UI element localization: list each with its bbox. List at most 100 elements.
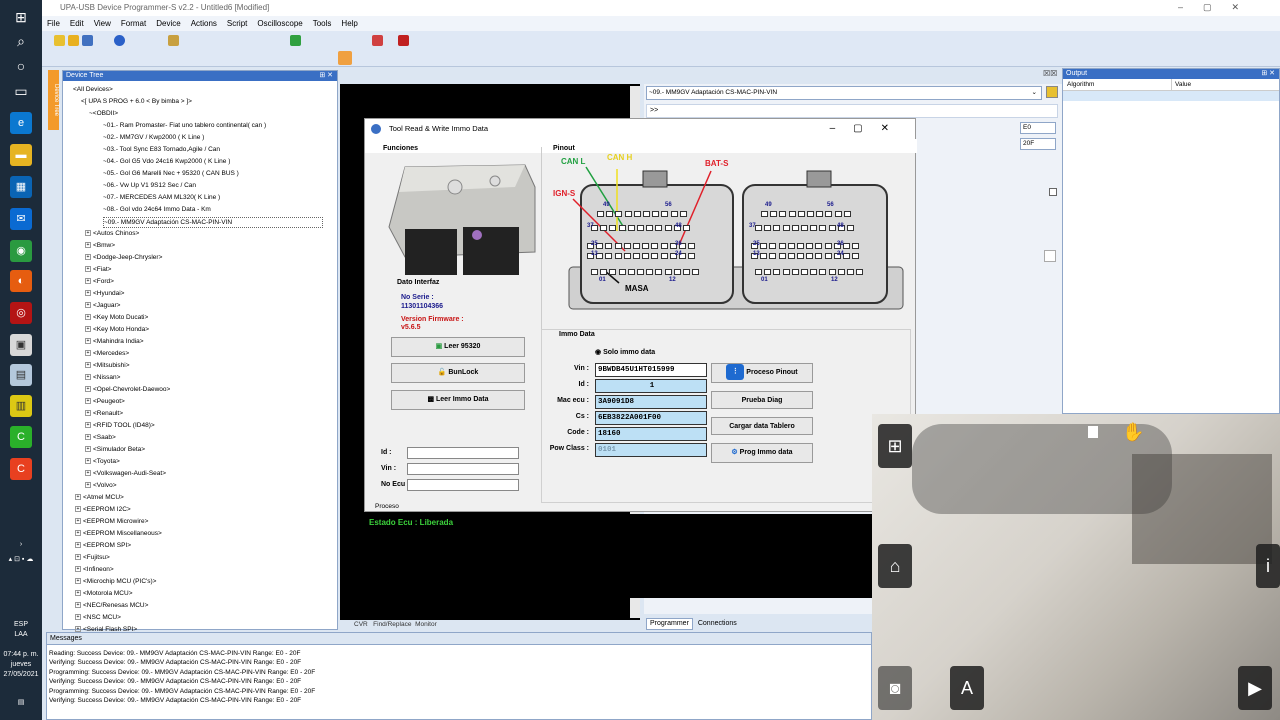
tree-item[interactable]: ~09.- MM9GV Adaptación CS-MAC-PIN-VIN — [103, 217, 324, 228]
panel-close-icons[interactable]: ☒☒ — [1043, 69, 1057, 78]
expand-icon[interactable]: + — [85, 458, 91, 465]
tree-item[interactable]: + <Fiat> — [85, 265, 111, 274]
tree-item[interactable]: + <Opel-Chevrolet-Daewoo> — [85, 385, 170, 394]
tree-item[interactable]: + <Bmw> — [85, 241, 115, 250]
menu-view[interactable]: View — [89, 16, 116, 31]
text-recognition-icon[interactable]: A — [950, 666, 984, 710]
vin-field[interactable]: 9BWDB45U1HT015999 — [595, 363, 707, 377]
tree-item[interactable]: + <EEPROM Microwire> — [75, 517, 148, 526]
expand-icon[interactable]: + — [85, 374, 91, 381]
menu-format[interactable]: Format — [116, 16, 151, 31]
tab-programmer[interactable]: Programmer — [646, 618, 693, 630]
expand-icon[interactable]: + — [85, 410, 91, 417]
solo-immo-radio[interactable]: ◉ Solo immo data — [595, 348, 655, 356]
new-icon[interactable] — [54, 35, 65, 46]
expand-icon[interactable]: + — [85, 314, 91, 321]
value-column[interactable]: Value — [1171, 79, 1191, 91]
tab-monitor[interactable]: Monitor — [415, 621, 437, 628]
mail-icon[interactable]: ✉ — [10, 208, 32, 230]
tray-icons[interactable]: ▴ ⊡ ▪ ☁ — [0, 555, 42, 565]
verify-icon[interactable] — [290, 35, 301, 46]
search-icon[interactable]: ⌕ — [10, 30, 32, 52]
firefox-icon[interactable]: ◐ — [10, 270, 32, 292]
erase-icon[interactable] — [398, 35, 409, 46]
tree-item[interactable]: + <Mahindra India> — [85, 337, 144, 346]
expand-icon[interactable]: + — [85, 278, 91, 285]
expand-icon[interactable]: + — [85, 470, 91, 477]
tree-item[interactable]: + <Nissan> — [85, 373, 120, 382]
no-ecu-input[interactable] — [407, 479, 519, 491]
expand-icon[interactable]: + — [85, 398, 91, 405]
camtasia-red-icon[interactable]: C — [10, 458, 32, 480]
expand-icon[interactable]: + — [75, 506, 81, 513]
range-end-field[interactable]: 20F — [1020, 138, 1056, 150]
file-explorer-icon[interactable]: ▬ — [10, 144, 32, 166]
expand-icon[interactable]: + — [75, 614, 81, 621]
tree-item[interactable]: + <Motorola MCU> — [75, 589, 133, 598]
menu-actions[interactable]: Actions — [186, 16, 222, 31]
dialog-window-controls[interactable]: –▢✕ — [830, 119, 907, 139]
tree-item[interactable]: + <Microchip MCU (PIC's)> — [75, 577, 156, 586]
tree-item[interactable]: + <NEC/Renesas MCU> — [75, 601, 148, 610]
tree-item[interactable]: ~05.- Gol G6 Marelli Nec + 95320 ( CAN B… — [103, 169, 239, 178]
open-device-icon[interactable] — [1046, 86, 1058, 98]
tree-item[interactable]: + <Volkswagen-Audi-Seat> — [85, 469, 166, 478]
tree-item[interactable]: + <Key Moto Honda> — [85, 325, 149, 334]
range-start-field[interactable]: E0 — [1020, 122, 1056, 134]
expand-icon[interactable]: + — [75, 530, 81, 537]
tree-item[interactable]: + <EEPROM I2C> — [75, 505, 131, 514]
expand-icon[interactable]: + — [85, 386, 91, 393]
mac-ecu-field[interactable]: 3A9091D8 — [595, 395, 707, 409]
chrome-icon[interactable]: ◉ — [10, 240, 32, 262]
id-input[interactable] — [407, 447, 519, 459]
notifications-icon[interactable]: ▤ — [0, 698, 42, 708]
tree-item[interactable]: + <Toyota> — [85, 457, 120, 466]
expand-icon[interactable]: + — [75, 494, 81, 501]
camtasia-green-icon[interactable]: C — [10, 426, 32, 448]
script-icon[interactable] — [338, 51, 352, 65]
proceso-pinout-button[interactable]: ⋮ Proceso Pinout — [711, 363, 813, 383]
expand-icon[interactable]: + — [85, 422, 91, 429]
expand-icon[interactable]: + — [85, 254, 91, 261]
tree-item[interactable]: + <Mitsubishi> — [85, 361, 130, 370]
menu-oscilloscope[interactable]: Oscilloscope — [252, 16, 307, 31]
algorithm-column[interactable]: Algorithm — [1067, 79, 1094, 91]
tab-connections[interactable]: Connections — [695, 620, 737, 627]
expand-icon[interactable]: + — [85, 302, 91, 309]
tree-item[interactable]: ~04.- Gol G5 Vdo 24c16 Kwp2000 ( K Line … — [103, 157, 230, 166]
leer-immo-data-button[interactable]: ▩ Leer Immo Data — [391, 390, 525, 410]
expand-icon[interactable]: + — [75, 578, 81, 585]
output-row[interactable] — [1063, 91, 1279, 101]
connect-icon[interactable] — [114, 35, 125, 46]
option-checkbox-2[interactable] — [1044, 250, 1056, 262]
expand-icon[interactable]: + — [85, 290, 91, 297]
tree-item[interactable]: ~<OBDII> — [89, 109, 118, 118]
expand-icon[interactable]: + — [85, 482, 91, 489]
video-settings-icon[interactable]: ▶ — [1238, 666, 1272, 710]
programmer-icon[interactable]: ▣ — [10, 334, 32, 356]
expand-icon[interactable]: + — [75, 542, 81, 549]
tree-item[interactable]: + <Dodge-Jeep-Chrysler> — [85, 253, 162, 262]
expand-icon[interactable]: + — [75, 566, 81, 573]
tree-item[interactable]: + <Jaguar> — [85, 301, 120, 310]
tree-item[interactable]: + <Ford> — [85, 277, 114, 286]
bunlock-button[interactable]: 🔓 BunLock — [391, 363, 525, 383]
menu-script[interactable]: Script — [222, 16, 252, 31]
expand-icon[interactable]: + — [85, 446, 91, 453]
id-field[interactable]: 1 — [595, 379, 707, 393]
device-tree-tab[interactable]: Device Tree — [48, 70, 59, 130]
window-controls[interactable]: –▢✕ — [1178, 2, 1259, 13]
menu-edit[interactable]: Edit — [65, 16, 89, 31]
menu-help[interactable]: Help — [336, 16, 362, 31]
menu-device[interactable]: Device — [151, 16, 185, 31]
expand-icon[interactable]: + — [85, 434, 91, 441]
save-icon[interactable] — [82, 35, 93, 46]
paste-icon[interactable] — [168, 35, 179, 46]
camera-icon[interactable]: ◙ — [878, 666, 912, 710]
expand-icon[interactable]: + — [75, 554, 81, 561]
pow-class-field[interactable]: 0101 — [595, 443, 707, 457]
menu-file[interactable]: File — [42, 16, 65, 31]
tree-item[interactable]: ~08.- Gol vdo 24c64 Immo Data - Km — [103, 205, 211, 214]
cs-field[interactable]: 6EB3822A001F00 — [595, 411, 707, 425]
layout-icon[interactable]: ⊞ — [878, 424, 912, 468]
